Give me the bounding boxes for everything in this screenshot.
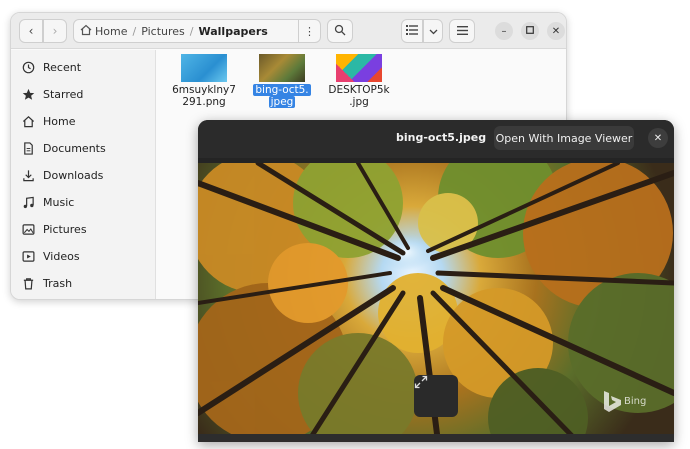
sidebar-item-label: Music [43,196,75,209]
sidebar-item-label: Trash [43,277,73,290]
list-view-icon [406,24,418,38]
preview-image: Bing [198,163,674,442]
sidebar-item-starred[interactable]: Starred [11,81,155,108]
file-name: bing-oct5. jpeg [253,84,311,108]
search-icon [334,24,346,39]
file-thumbnail [259,54,305,82]
sidebar-item-videos[interactable]: Videos [11,243,155,270]
sidebar-item-trash[interactable]: Trash [11,270,155,297]
sidebar-item-downloads[interactable]: Downloads [11,162,155,189]
minimize-icon: – [501,25,507,37]
preview-title: bing-oct5.jpeg [396,131,487,144]
file-name: 6msuyklny7 291.png [172,84,236,108]
preview-footer [198,434,674,442]
file-thumbnail [336,54,382,82]
minimize-button[interactable]: – [495,22,513,40]
file-item[interactable]: DESKTOP5k .jpg [320,54,398,108]
path-menu-button[interactable]: ⋮ [298,20,320,42]
close-icon: ✕ [551,25,561,37]
file-item[interactable]: 6msuyklny7 291.png [165,54,243,108]
preview-close-button[interactable]: ✕ [648,128,668,148]
sidebar-item-pictures[interactable]: Pictures [11,216,155,243]
preview-header: bing-oct5.jpeg Open With Image Viewer ✕ [198,120,674,158]
main-menu-button[interactable] [449,19,475,43]
breadcrumb-pictures[interactable]: Pictures [141,25,185,38]
sidebar-item-documents[interactable]: Documents [11,135,155,162]
sidebar-item-label: Recent [43,61,82,74]
star-icon [21,88,35,102]
document-icon [21,142,35,156]
maximize-icon [526,25,534,37]
chevron-left-icon: ‹ [28,24,34,38]
clock-icon [21,61,35,75]
sidebar-item-home[interactable]: Home [11,108,155,135]
file-name: DESKTOP5k .jpg [328,84,390,108]
open-with-image-viewer-button[interactable]: Open With Image Viewer [494,126,634,150]
maximize-button[interactable] [521,22,539,40]
forward-button[interactable]: › [43,19,67,43]
breadcrumb-separator: / [132,24,137,38]
sidebar-item-label: Documents [43,142,106,155]
picture-icon [21,223,35,237]
download-icon [21,169,35,183]
fullscreen-button[interactable] [414,375,458,417]
breadcrumb-current[interactable]: Wallpapers [198,25,267,38]
back-button[interactable]: ‹ [19,19,43,43]
bing-watermark-logo: Bing [602,389,650,415]
music-icon [21,196,35,210]
sidebar: Recent Starred Home Documents Downloads [11,50,156,299]
trash-icon [21,277,35,291]
breadcrumb-separator: / [189,24,194,38]
home-folder-icon [80,24,92,39]
header-bar: ‹ › Home / Pictures / Wallpapers ⋮ – ✕ [11,13,566,49]
search-button[interactable] [327,19,353,43]
more-vertical-icon: ⋮ [304,24,315,38]
chevron-right-icon: › [52,24,58,38]
chevron-down-icon [429,24,438,38]
path-bar: Home / Pictures / Wallpapers ⋮ [73,19,321,43]
sidebar-item-label: Downloads [43,169,104,182]
breadcrumb-home[interactable]: Home [95,25,127,38]
sidebar-item-label: Starred [43,88,84,101]
close-button[interactable]: ✕ [547,22,565,40]
close-icon: ✕ [653,132,663,144]
file-thumbnail [181,54,227,82]
image-preview-window: bing-oct5.jpeg Open With Image Viewer ✕ [198,120,674,442]
sidebar-item-label: Pictures [43,223,87,236]
bing-watermark-text: Bing [624,396,646,407]
sidebar-item-label: Home [43,115,76,128]
home-icon [21,115,35,129]
view-options-dropdown[interactable] [423,19,443,43]
video-icon [21,250,35,264]
file-item-selected[interactable]: bing-oct5. jpeg [243,54,321,108]
list-view-button[interactable] [401,19,423,43]
sidebar-item-label: Videos [43,250,80,263]
sidebar-item-recent[interactable]: Recent [11,54,155,81]
hamburger-menu-icon [456,24,468,38]
sidebar-item-music[interactable]: Music [11,189,155,216]
